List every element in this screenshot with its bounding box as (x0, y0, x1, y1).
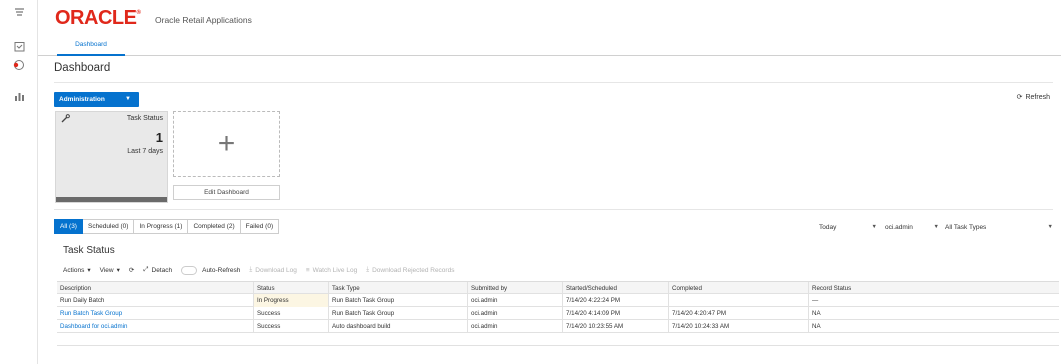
alert-icon[interactable] (12, 58, 26, 72)
tile-footer-bar (56, 197, 167, 202)
download-icon: ⤓ (249, 266, 253, 273)
filter-completed[interactable]: Completed (2) (188, 219, 241, 234)
task-status-tile[interactable]: Task Status 1 Last 7 days (55, 111, 168, 203)
table-row[interactable]: Run Batch Task Group Success Run Batch T… (57, 307, 1059, 320)
status-cell: Success (253, 307, 328, 320)
tile-title: Task Status (126, 115, 163, 122)
chevron-down-icon: ▾ (87, 267, 91, 274)
status-cell: In Progress (253, 294, 328, 307)
refresh-label: Refresh (1025, 93, 1050, 101)
page-title: Dashboard (54, 62, 111, 74)
administration-menu-button[interactable]: Administration ▼ (54, 92, 139, 107)
refresh-icon: ⟳ (1016, 94, 1023, 101)
view-label: View (99, 266, 114, 274)
download-rejected-button[interactable]: ⤓ Download Rejected Records (366, 266, 454, 274)
completed-cell (668, 294, 808, 307)
task-type-select[interactable]: All Task Types ▼ (945, 220, 1053, 234)
detach-label: Detach (151, 266, 173, 274)
table-bottom-border (57, 345, 1059, 346)
watch-live-log-label: Watch Live Log (312, 266, 358, 274)
started-cell: 7/14/20 10:23:55 AM (562, 320, 668, 333)
plus-icon: + (217, 127, 236, 160)
caret-down-icon: ▼ (125, 96, 131, 102)
list-icon: ≡ (305, 266, 310, 274)
submitted-by-cell: oci.admin (467, 294, 562, 307)
tab-dashboard[interactable]: Dashboard (57, 34, 125, 56)
submitted-by-cell: oci.admin (467, 307, 562, 320)
table-row[interactable]: Run Daily Batch In Progress Run Batch Ta… (57, 294, 1059, 307)
detach-icon: ⤢ (143, 266, 149, 273)
filter-failed[interactable]: Failed (0) (240, 219, 280, 234)
refresh-button[interactable]: ⟳ Refresh (1016, 93, 1050, 102)
filter-scheduled[interactable]: Scheduled (0) (82, 219, 135, 234)
filter-in-progress[interactable]: In Progress (1) (134, 219, 189, 234)
period-value: Today (819, 223, 837, 231)
tile-count: 1 (155, 130, 163, 145)
status-filter-tabs: All (3) Scheduled (0) In Progress (1) Co… (54, 219, 280, 234)
started-cell: 7/14/20 4:22:24 PM (562, 294, 668, 307)
download-icon: ⤓ (366, 266, 370, 273)
tasks-icon[interactable] (12, 5, 26, 19)
chevron-down-icon: ▼ (1047, 224, 1053, 230)
left-sidebar (0, 0, 38, 364)
filter-all[interactable]: All (3) (54, 219, 83, 234)
task-type-cell: Auto dashboard build (328, 320, 467, 333)
chevron-down-icon: ▾ (116, 267, 120, 274)
watch-live-log-button[interactable]: ≡ Watch Live Log (306, 267, 357, 274)
task-type-cell: Run Batch Task Group (328, 307, 467, 320)
task-type-value: All Task Types (945, 223, 987, 231)
view-menu[interactable]: View ▾ (99, 266, 120, 275)
description-link[interactable]: Run Batch Task Group (57, 307, 253, 320)
status-cell: Success (253, 320, 328, 333)
auto-refresh-toggle[interactable]: Auto-Refresh (181, 265, 241, 275)
toggle-switch[interactable] (181, 265, 198, 275)
download-log-button[interactable]: ⤓ Download Log (249, 266, 296, 274)
calendar-icon[interactable] (12, 39, 26, 53)
task-status-heading: Task Status (63, 245, 115, 256)
table-header-row: Description Status Task Type Submitted b… (57, 281, 1059, 295)
section-divider (54, 209, 1053, 210)
description-link[interactable]: Dashboard for oci.admin (57, 320, 253, 333)
period-select[interactable]: Today ▼ (819, 220, 877, 234)
administration-label: Administration (59, 96, 105, 103)
record-status-cell: — (808, 294, 1059, 307)
refresh-icon: ⟳ (128, 267, 135, 274)
completed-cell: 7/14/20 4:20:47 PM (668, 307, 808, 320)
tile-period: Last 7 days (127, 148, 163, 155)
chart-icon[interactable] (12, 89, 26, 103)
record-status-cell: NA (808, 307, 1059, 320)
wrench-icon[interactable] (61, 114, 70, 126)
edit-dashboard-button[interactable]: Edit Dashboard (173, 185, 280, 200)
completed-cell: 7/14/20 10:24:33 AM (668, 320, 808, 333)
task-type-cell: Run Batch Task Group (328, 294, 467, 307)
user-value: oci.admin (885, 223, 913, 231)
submitted-by-cell: oci.admin (467, 320, 562, 333)
detach-button[interactable]: ⤢ Detach (143, 266, 172, 274)
header-divider (54, 82, 1053, 83)
description-cell: Run Daily Batch (60, 297, 105, 304)
table-row[interactable]: Dashboard for oci.admin Success Auto das… (57, 320, 1059, 333)
chevron-down-icon: ▼ (933, 224, 939, 230)
oracle-logo: ORACLE® (55, 7, 141, 29)
actions-label: Actions (63, 266, 85, 274)
tab-bar: Dashboard (38, 34, 1061, 56)
user-select[interactable]: oci.admin ▼ (885, 220, 939, 234)
app-name: Oracle Retail Applications (155, 15, 252, 25)
download-rejected-label: Download Rejected Records (372, 266, 455, 274)
table-toolbar: Actions ▾ View ▾ ⟳ ⤢ Detach Auto-Refresh ⤓ D… (63, 264, 463, 276)
started-cell: 7/14/20 4:14:09 PM (562, 307, 668, 320)
add-tile-button[interactable]: + (173, 111, 280, 177)
app-header: ORACLE® Oracle Retail Applications (38, 0, 1061, 34)
record-status-cell: NA (808, 320, 1059, 333)
actions-menu[interactable]: Actions ▾ (63, 266, 91, 275)
refresh-table-button[interactable]: ⟳ (129, 266, 134, 274)
auto-refresh-label: Auto-Refresh (202, 266, 241, 274)
chevron-down-icon: ▼ (871, 224, 877, 230)
download-log-label: Download Log (255, 266, 297, 274)
